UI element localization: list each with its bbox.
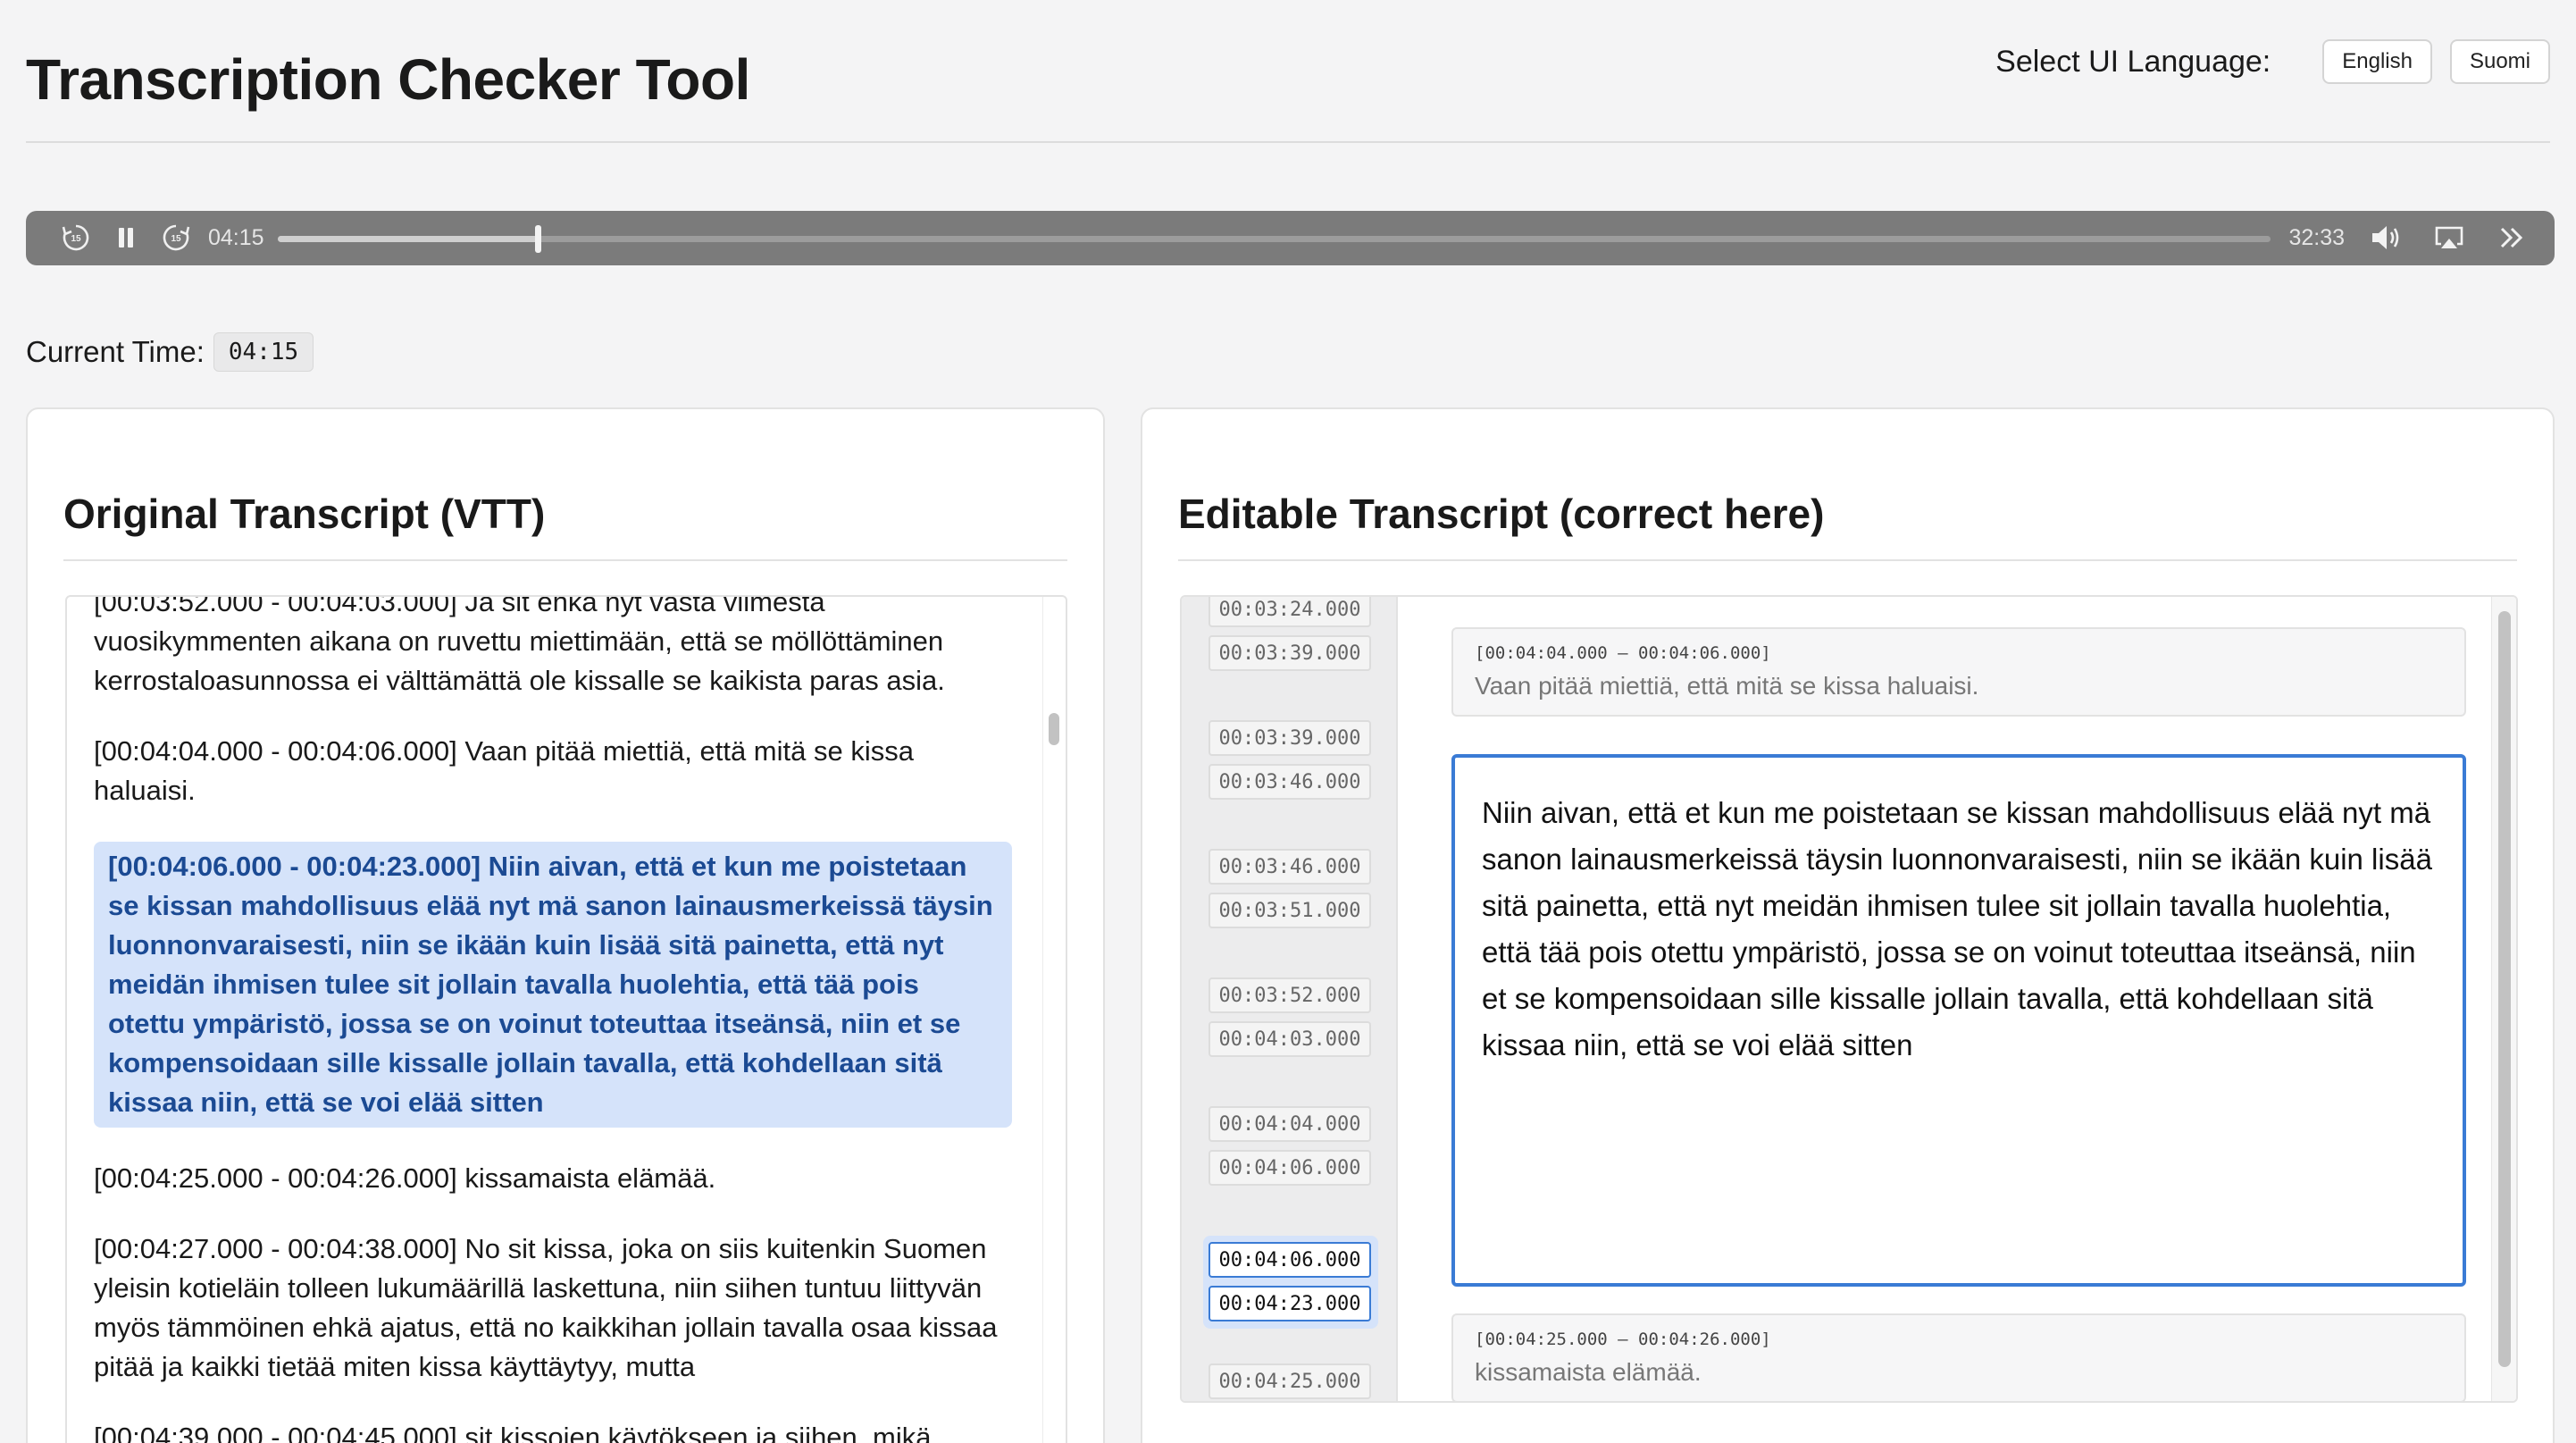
original-transcript-title: Original Transcript (VTT) <box>63 490 1067 561</box>
segment-time: [00:04:25.000 – 00:04:26.000] <box>1475 1330 1771 1349</box>
skip-back-15-button[interactable]: 15 <box>58 220 94 256</box>
active-timestamp-start[interactable]: 00:04:06.000 <box>1209 1242 1371 1278</box>
transcript-cue[interactable]: [00:04:04.000 - 00:04:06.000] Vaan pitää… <box>67 732 1039 810</box>
transcript-cue[interactable]: [00:04:27.000 - 00:04:38.000] No sit kis… <box>67 1229 1039 1387</box>
pause-button[interactable] <box>108 220 144 256</box>
segment-text: kissamaista elämää. <box>1475 1358 1702 1386</box>
segment-text: Vaan pitää miettiä, että mitä se kissa h… <box>1475 672 1979 700</box>
timestamp-start[interactable]: 00:03:39.000 <box>1209 720 1371 756</box>
skip-forward-15-button[interactable]: 15 <box>158 220 194 256</box>
pause-icon <box>119 228 133 247</box>
double-chevron-right-icon <box>2500 227 2523 248</box>
rewind-15-icon: 15 <box>62 224 89 251</box>
timestamp-start[interactable]: 00:04:25.000 <box>1209 1363 1371 1399</box>
scrollbar-thumb[interactable] <box>1049 713 1059 745</box>
editable-transcript-panel: Editable Transcript (correct here) 00:03… <box>1141 407 2555 1443</box>
language-suomi-button[interactable]: Suomi <box>2449 39 2550 84</box>
page-title: Transcription Checker Tool <box>26 47 750 112</box>
original-transcript-scrollbar[interactable] <box>1042 597 1062 1443</box>
seek-bar-progress <box>278 236 539 242</box>
active-timestamp-end[interactable]: 00:04:23.000 <box>1209 1286 1371 1321</box>
segment-card-previous[interactable]: [00:04:04.000 – 00:04:06.000] Vaan pitää… <box>1451 627 2466 717</box>
editable-transcript-title: Editable Transcript (correct here) <box>1178 490 2517 561</box>
transcript-cue[interactable]: [00:04:25.000 - 00:04:26.000] kissamaist… <box>67 1159 1039 1198</box>
timestamp-end[interactable]: 00:03:39.000 <box>1209 635 1371 671</box>
current-time-label: Current Time: <box>26 335 205 368</box>
timestamp-end[interactable]: 00:04:06.000 <box>1209 1150 1371 1186</box>
timestamp-end[interactable]: 00:03:46.000 <box>1209 764 1371 800</box>
timestamp-start[interactable]: 00:03:24.000 <box>1209 597 1371 627</box>
language-label: Select UI Language: <box>1995 44 2271 79</box>
original-transcript-list[interactable]: [00:03:52.000 - 00:04:03.000] Ja sit ehk… <box>65 595 1067 1443</box>
more-controls-button[interactable] <box>2494 220 2530 256</box>
transcript-cue[interactable]: [00:04:39.000 - 00:04:45.000] sit kissoj… <box>67 1418 1039 1443</box>
language-english-button[interactable]: English <box>2322 39 2432 84</box>
timestamp-end[interactable]: 00:03:51.000 <box>1209 893 1371 928</box>
current-time-value: 04:15 <box>213 332 314 372</box>
timestamp-end[interactable]: 00:04:03.000 <box>1209 1021 1371 1057</box>
transcript-cue-active[interactable]: [00:04:06.000 - 00:04:23.000] Niin aivan… <box>94 842 1012 1128</box>
segment-time: [00:04:04.000 – 00:04:06.000] <box>1475 643 1771 663</box>
svg-text:15: 15 <box>171 234 181 244</box>
header: Transcription Checker Tool Select UI Lan… <box>26 0 2550 143</box>
scrollbar-thumb[interactable] <box>2498 611 2511 1367</box>
timestamp-start[interactable]: 00:04:04.000 <box>1209 1106 1371 1142</box>
volume-icon <box>2372 226 2399 249</box>
timestamp-start[interactable]: 00:03:52.000 <box>1209 977 1371 1013</box>
editable-transcript-list[interactable]: 00:03:24.000 00:03:39.000 00:03:39.000 0… <box>1180 595 2518 1403</box>
player-current-time: 04:15 <box>208 225 264 250</box>
current-time: Current Time: 04:15 <box>26 332 314 372</box>
segment-editor[interactable]: Niin aivan, että et kun me poistetaan se… <box>1451 754 2466 1287</box>
seek-bar[interactable] <box>278 225 2271 253</box>
editable-transcript-scrollbar[interactable] <box>2491 597 2516 1401</box>
transcript-cue[interactable]: [00:03:52.000 - 00:04:03.000] Ja sit ehk… <box>67 597 1039 701</box>
forward-15-icon: 15 <box>163 224 190 251</box>
airplay-icon <box>2435 226 2463 248</box>
timestamp-column: 00:03:24.000 00:03:39.000 00:03:39.000 0… <box>1182 597 1398 1401</box>
audio-player: 15 15 04:15 32:33 <box>26 211 2555 265</box>
segment-card-next[interactable]: [00:04:25.000 – 00:04:26.000] kissamaist… <box>1451 1313 2466 1401</box>
player-duration: 32:33 <box>2288 225 2345 250</box>
svg-text:15: 15 <box>71 234 81 244</box>
seek-bar-thumb[interactable] <box>535 225 542 253</box>
original-transcript-scroll: [00:03:52.000 - 00:04:03.000] Ja sit ehk… <box>67 597 1039 1443</box>
airplay-button[interactable] <box>2431 220 2467 256</box>
timestamp-start[interactable]: 00:03:46.000 <box>1209 849 1371 885</box>
language-selector: Select UI Language: English Suomi <box>1995 39 2550 84</box>
original-transcript-panel: Original Transcript (VTT) [00:03:52.000 … <box>26 407 1105 1443</box>
volume-button[interactable] <box>2369 220 2405 256</box>
